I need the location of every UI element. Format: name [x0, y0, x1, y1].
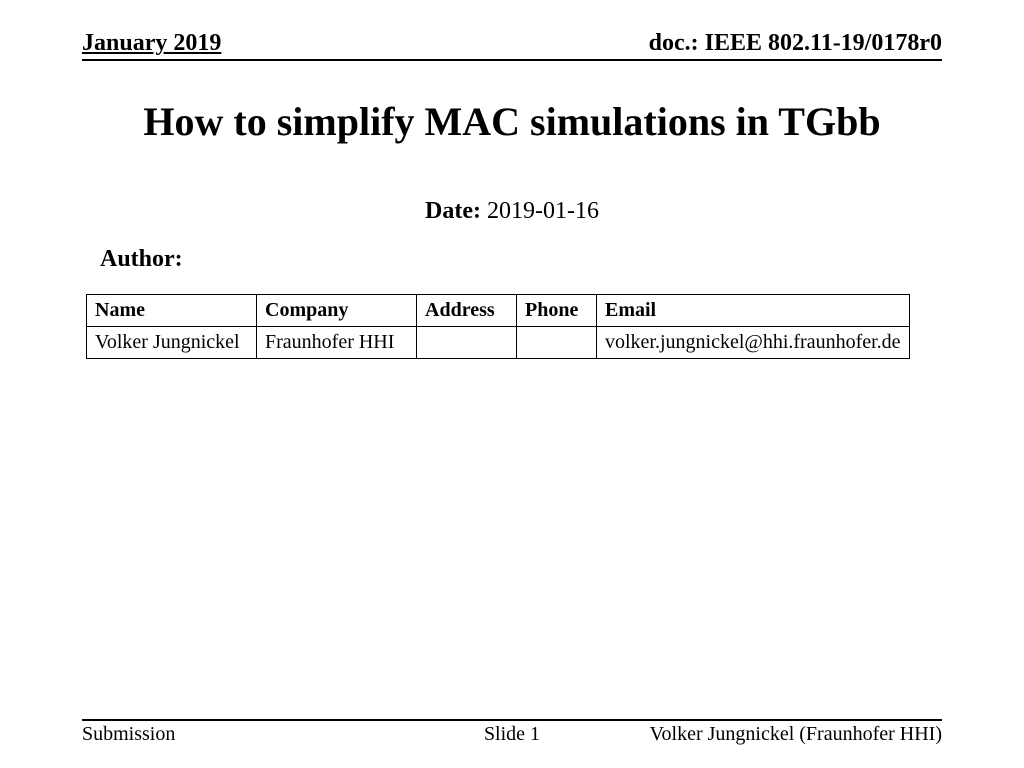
footer-center: Slide 1 — [484, 723, 540, 746]
date-label: Date: — [425, 198, 481, 224]
slide-footer: Submission Slide 1 Volker Jungnickel (Fr… — [82, 719, 942, 746]
date-line: Date: 2019-01-16 — [82, 198, 942, 225]
cell-email: volker.jungnickel@hhi.fraunhofer.de — [597, 327, 910, 359]
header-date: January 2019 — [82, 30, 221, 57]
cell-name: Volker Jungnickel — [87, 327, 257, 359]
header-email: Email — [597, 295, 910, 327]
cell-company: Fraunhofer HHI — [257, 327, 417, 359]
header-company: Company — [257, 295, 417, 327]
header-address: Address — [417, 295, 517, 327]
date-value: 2019-01-16 — [487, 198, 599, 224]
author-label: Author: — [100, 246, 183, 273]
table-row: Volker Jungnickel Fraunhofer HHI volker.… — [87, 327, 910, 359]
author-table: Name Company Address Phone Email Volker … — [86, 294, 910, 359]
slide-title: How to simplify MAC simulations in TGbb — [82, 98, 942, 145]
header-name: Name — [87, 295, 257, 327]
cell-phone — [517, 327, 597, 359]
slide-header: January 2019 doc.: IEEE 802.11-19/0178r0 — [82, 30, 942, 61]
cell-address — [417, 327, 517, 359]
footer-left: Submission — [82, 723, 175, 746]
table-header-row: Name Company Address Phone Email — [87, 295, 910, 327]
slide: January 2019 doc.: IEEE 802.11-19/0178r0… — [0, 0, 1024, 768]
footer-right: Volker Jungnickel (Fraunhofer HHI) — [650, 723, 942, 746]
header-doc-number: doc.: IEEE 802.11-19/0178r0 — [649, 30, 942, 57]
header-phone: Phone — [517, 295, 597, 327]
